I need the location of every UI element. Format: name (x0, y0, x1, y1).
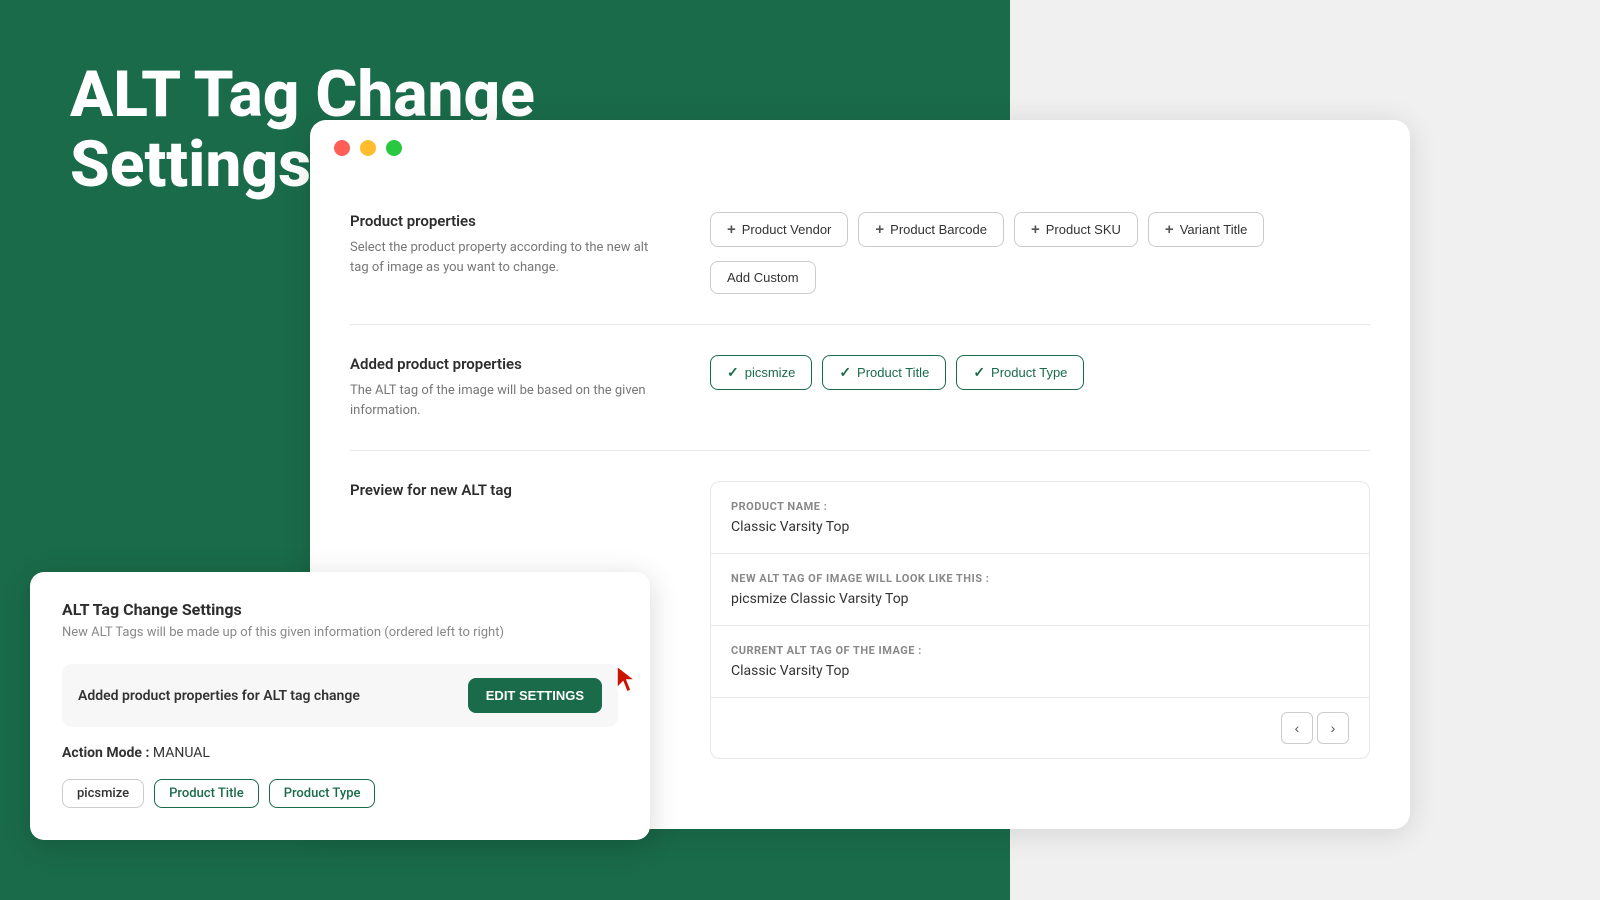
new-alt-value: picsmize Classic Varsity Top (731, 591, 1349, 607)
dot-red[interactable] (334, 140, 350, 156)
check-icon: ✓ (973, 364, 985, 381)
settings-card-row: Added product properties for ALT tag cha… (62, 664, 618, 727)
section-left-preview: Preview for new ALT tag (350, 481, 670, 507)
settings-card: ALT Tag Change Settings New ALT Tags wil… (30, 572, 650, 840)
added-properties-desc: The ALT tag of the image will be based o… (350, 381, 670, 420)
added-props-row: ✓ picsmize ✓ Product Title ✓ Product Typ… (710, 355, 1370, 390)
check-icon: ✓ (727, 364, 739, 381)
edit-settings-btn[interactable]: EDIT SETTINGS (468, 678, 602, 713)
section-right-added-props: ✓ picsmize ✓ Product Title ✓ Product Typ… (710, 355, 1370, 390)
plus-icon: + (875, 221, 884, 238)
section-right-product-props: + Product Vendor + Product Barcode + Pro… (710, 212, 1370, 294)
plus-icon: + (1031, 221, 1040, 238)
product-barcode-label: Product Barcode (890, 222, 987, 237)
variant-title-label: Variant Title (1180, 222, 1248, 237)
settings-card-row-label: Added product properties for ALT tag cha… (78, 688, 360, 704)
current-alt-block: CURRENT ALT TAG OF THE IMAGE : Classic V… (711, 626, 1369, 698)
dot-green[interactable] (386, 140, 402, 156)
product-properties-desc: Select the product property according to… (350, 238, 670, 277)
current-alt-label: CURRENT ALT TAG OF THE IMAGE : (731, 644, 1349, 657)
product-name-value: Classic Varsity Top (731, 519, 1349, 535)
product-barcode-btn[interactable]: + Product Barcode (858, 212, 1004, 247)
added-product-type-label: Product Type (991, 365, 1067, 380)
product-name-block: PRODUCT NAME : Classic Varsity Top (711, 482, 1369, 554)
action-mode-label: Action Mode : MANUAL (62, 745, 618, 761)
nav-prev-btn[interactable]: ‹ (1281, 712, 1313, 744)
added-properties-title: Added product properties (350, 355, 670, 373)
tag-picsmize: picsmize (62, 779, 144, 808)
cursor-icon (613, 664, 641, 702)
preview-card: PRODUCT NAME : Classic Varsity Top NEW A… (710, 481, 1370, 759)
section-left-product-props: Product properties Select the product pr… (350, 212, 670, 277)
product-name-label: PRODUCT NAME : (731, 500, 1349, 513)
product-properties-title: Product properties (350, 212, 670, 230)
new-alt-block: NEW ALT TAG OF IMAGE WILL LOOK LIKE THIS… (711, 554, 1369, 626)
new-alt-label: NEW ALT TAG OF IMAGE WILL LOOK LIKE THIS… (731, 572, 1349, 585)
added-product-type-btn[interactable]: ✓ Product Type (956, 355, 1084, 390)
settings-card-desc: New ALT Tags will be made up of this giv… (62, 625, 618, 640)
added-picsmize-btn[interactable]: ✓ picsmize (710, 355, 812, 390)
added-product-title-btn[interactable]: ✓ Product Title (822, 355, 946, 390)
section-left-added-props: Added product properties The ALT tag of … (350, 355, 670, 420)
window-controls (310, 120, 1410, 172)
nav-buttons: ‹ › (711, 698, 1369, 758)
add-custom-row: Add Custom (710, 261, 1370, 294)
product-vendor-label: Product Vendor (742, 222, 832, 237)
product-vendor-btn[interactable]: + Product Vendor (710, 212, 848, 247)
plus-icon: + (1165, 221, 1174, 238)
added-properties-section: Added product properties The ALT tag of … (350, 325, 1370, 451)
check-icon: ✓ (839, 364, 851, 381)
product-properties-section: Product properties Select the product pr… (350, 182, 1370, 325)
product-sku-label: Product SKU (1046, 222, 1121, 237)
plus-icon: + (727, 221, 736, 238)
add-custom-btn[interactable]: Add Custom (710, 261, 816, 294)
settings-card-title: ALT Tag Change Settings (62, 600, 618, 619)
dot-yellow[interactable] (360, 140, 376, 156)
action-mode-value: MANUAL (153, 745, 210, 761)
variant-title-btn[interactable]: + Variant Title (1148, 212, 1264, 247)
section-right-preview: PRODUCT NAME : Classic Varsity Top NEW A… (710, 481, 1370, 759)
tags-row: picsmize Product Title Product Type (62, 779, 618, 808)
nav-next-btn[interactable]: › (1317, 712, 1349, 744)
product-sku-btn[interactable]: + Product SKU (1014, 212, 1138, 247)
action-mode-row: Action Mode : MANUAL (62, 745, 618, 761)
preview-title: Preview for new ALT tag (350, 481, 670, 499)
tag-product-title: Product Title (154, 779, 259, 808)
current-alt-value: Classic Varsity Top (731, 663, 1349, 679)
tag-product-type: Product Type (269, 779, 376, 808)
added-picsmize-label: picsmize (745, 365, 796, 380)
props-row: + Product Vendor + Product Barcode + Pro… (710, 212, 1370, 247)
added-product-title-label: Product Title (857, 365, 929, 380)
